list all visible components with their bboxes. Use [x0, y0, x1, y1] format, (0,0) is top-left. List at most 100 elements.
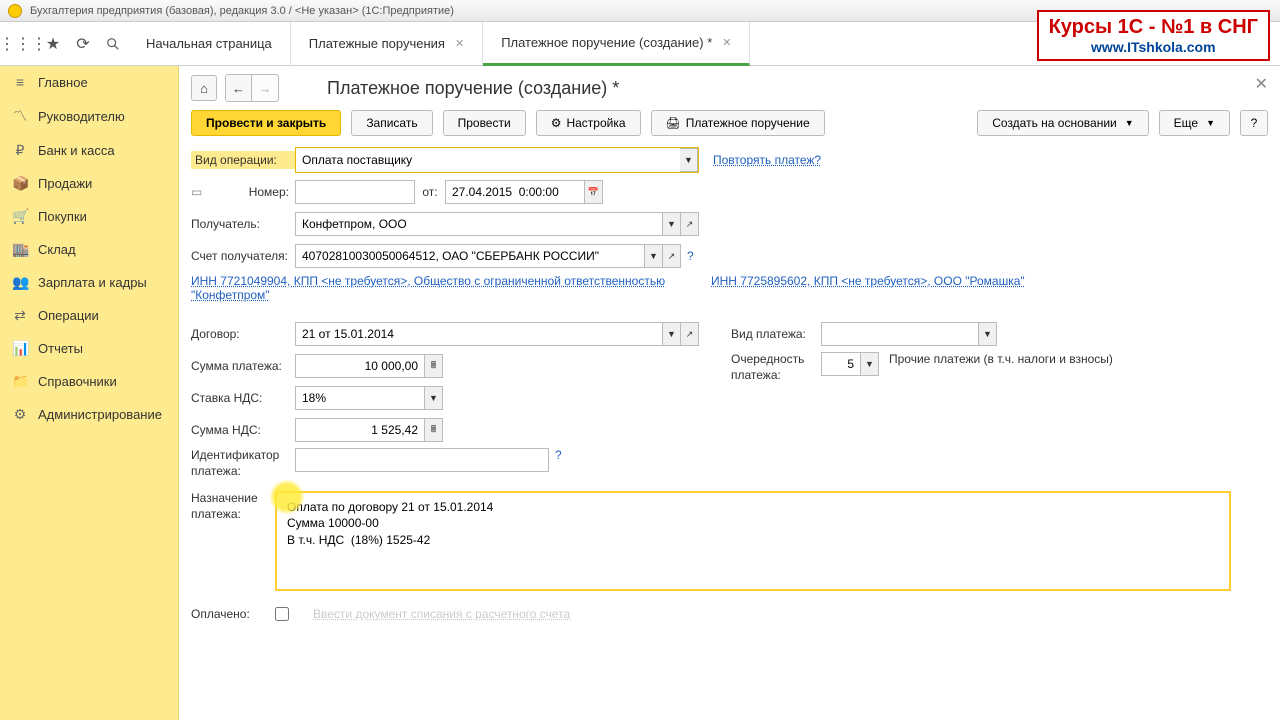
sidebar: ≡Главное 〽Руководителю ₽Банк и касса 📦Пр… [0, 66, 179, 720]
vat-sum-input[interactable] [295, 418, 425, 442]
print-button[interactable]: 🖨Платежное поручение [651, 110, 825, 136]
content: ✕ ⌂ ← → Платежное поручение (создание) *… [179, 66, 1280, 720]
payer-details-link[interactable]: ИНН 7721049904, КПП <не требуется>, Обще… [191, 274, 665, 302]
label-paid: Оплачено: [191, 607, 275, 621]
calc-icon[interactable]: 🖩 [425, 354, 443, 378]
account-input[interactable] [295, 244, 645, 268]
print-icon: 🖨 [666, 116, 681, 130]
label-number: Номер: [211, 185, 295, 199]
recipient-input[interactable] [295, 212, 663, 236]
forward-button[interactable]: → [252, 75, 278, 101]
close-icon[interactable]: ✕ [722, 36, 731, 49]
sidebar-item-admin[interactable]: ⚙Администрирование [0, 398, 178, 431]
paytype-input[interactable] [821, 322, 979, 346]
apps-icon[interactable]: ⋮⋮⋮ [8, 29, 38, 59]
create-based-button[interactable]: Создать на основании▼ [977, 110, 1148, 136]
dropdown-icon[interactable]: ▼ [861, 352, 879, 376]
settings-button[interactable]: ⚙Настройка [536, 110, 641, 136]
watermark-top: Курсы 1С - №1 в СНГ [1049, 16, 1258, 38]
sidebar-item-purchases[interactable]: 🛒Покупки [0, 200, 178, 233]
search-icon[interactable] [98, 29, 128, 59]
chevron-down-icon: ▼ [1125, 118, 1134, 128]
help-icon[interactable]: ? [555, 448, 562, 462]
repeat-link[interactable]: Повторять платеж? [713, 153, 821, 167]
label-optype: Вид операции: [191, 151, 295, 169]
close-page-icon[interactable]: ✕ [1255, 74, 1268, 94]
close-icon[interactable]: ✕ [455, 37, 464, 50]
watermark: Курсы 1С - №1 в СНГ www.ITshkola.com [1037, 10, 1270, 61]
help-button[interactable]: ? [1240, 110, 1268, 136]
tab-orders[interactable]: Платежные поручения✕ [291, 22, 483, 66]
chevron-down-icon: ▼ [1206, 118, 1215, 128]
sidebar-item-manager[interactable]: 〽Руководителю [0, 98, 178, 134]
sidebar-item-main[interactable]: ≡Главное [0, 66, 178, 98]
clock-icon[interactable]: ⟳ [68, 29, 98, 59]
label-from: от: [415, 185, 445, 199]
gear-icon: ⚙ [12, 406, 28, 423]
cart-icon: 🛒 [12, 208, 28, 225]
dropdown-icon[interactable]: ▼ [645, 244, 663, 268]
calendar-icon[interactable]: 📅 [585, 180, 603, 204]
favorite-icon[interactable]: ★ [38, 29, 68, 59]
sum-input[interactable] [295, 354, 425, 378]
sidebar-item-ops[interactable]: ⇄Операции [0, 299, 178, 332]
dropdown-icon[interactable]: ▼ [979, 322, 997, 346]
sidebar-item-dirs[interactable]: 📁Справочники [0, 365, 178, 398]
label-account: Счет получателя: [191, 249, 295, 263]
calc-icon[interactable]: 🖩 [425, 418, 443, 442]
page-title: Платежное поручение (создание) * [327, 78, 619, 99]
label-vat-rate: Ставка НДС: [191, 391, 295, 405]
paid-checkbox[interactable] [275, 607, 289, 621]
number-input[interactable] [295, 180, 415, 204]
optype-input[interactable] [296, 148, 680, 172]
vat-rate-input[interactable] [295, 386, 425, 410]
back-button[interactable]: ← [226, 75, 252, 101]
help-icon[interactable]: ? [687, 249, 694, 263]
post-and-close-button[interactable]: Провести и закрыть [191, 110, 341, 136]
priority-note: Прочие платежи (в т.ч. налоги и взносы) [889, 352, 1113, 366]
open-icon[interactable]: ↗ [663, 244, 681, 268]
people-icon: 👥 [12, 274, 28, 291]
chart-icon: 📊 [12, 340, 28, 357]
home-button[interactable]: ⌂ [191, 75, 217, 101]
dropdown-icon[interactable]: ▼ [663, 322, 681, 346]
label-recipient: Получатель: [191, 217, 295, 231]
warehouse-icon: 🏬 [12, 241, 28, 258]
dropdown-icon[interactable]: ▼ [680, 148, 698, 172]
priority-input[interactable] [821, 352, 861, 376]
folder-icon: 📁 [12, 373, 28, 390]
sidebar-item-reports[interactable]: 📊Отчеты [0, 332, 178, 365]
sidebar-item-warehouse[interactable]: 🏬Склад [0, 233, 178, 266]
label-priority: Очередность платежа: [731, 352, 821, 383]
tab-home[interactable]: Начальная страница [128, 22, 291, 66]
dropdown-icon[interactable]: ▼ [425, 386, 443, 410]
sidebar-item-bank[interactable]: ₽Банк и касса [0, 134, 178, 167]
doc-icon: ▭ [191, 185, 202, 199]
label-sum: Сумма платежа: [191, 359, 295, 373]
gear-icon: ⚙ [551, 116, 562, 130]
writeoff-link[interactable]: Ввести документ списания с расчетного сч… [313, 607, 570, 621]
ops-icon: ⇄ [12, 307, 28, 324]
post-button[interactable]: Провести [443, 110, 526, 136]
label-paytype: Вид платежа: [731, 327, 821, 341]
label-vat-sum: Сумма НДС: [191, 423, 295, 437]
label-payid: Идентификатор платежа: [191, 448, 295, 479]
label-contract: Договор: [191, 327, 295, 341]
date-input[interactable] [445, 180, 585, 204]
trend-icon: 〽 [12, 106, 28, 126]
sidebar-item-hr[interactable]: 👥Зарплата и кадры [0, 266, 178, 299]
more-button[interactable]: Еще▼ [1159, 110, 1230, 136]
open-icon[interactable]: ↗ [681, 212, 699, 236]
open-icon[interactable]: ↗ [681, 322, 699, 346]
box-out-icon: 📦 [12, 175, 28, 192]
window-title: Бухгалтерия предприятия (базовая), редак… [30, 5, 454, 17]
dropdown-icon[interactable]: ▼ [663, 212, 681, 236]
app-icon [8, 4, 22, 18]
save-button[interactable]: Записать [351, 110, 432, 136]
sidebar-item-sales[interactable]: 📦Продажи [0, 167, 178, 200]
contract-input[interactable] [295, 322, 663, 346]
tab-order-create[interactable]: Платежное поручение (создание) *✕ [483, 22, 750, 66]
purpose-textarea[interactable] [275, 491, 1231, 591]
payid-input[interactable] [295, 448, 549, 472]
payee-details-link[interactable]: ИНН 7725895602, КПП <не требуется>, ООО … [711, 274, 1025, 288]
